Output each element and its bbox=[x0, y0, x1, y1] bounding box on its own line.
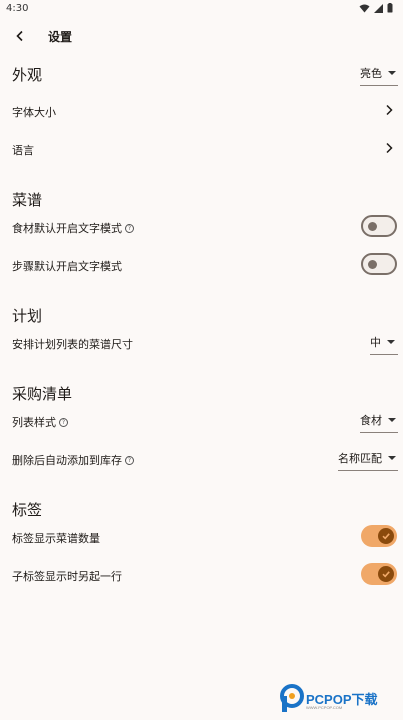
theme-value: 亮色 bbox=[360, 66, 382, 80]
language-row[interactable]: 语言 bbox=[0, 131, 403, 167]
help-icon[interactable]: ? bbox=[125, 455, 134, 465]
status-bar: 4:30 bbox=[0, 0, 403, 20]
sub-tag-newline-label: 子标签显示时另起一行 bbox=[12, 570, 122, 583]
wifi-icon bbox=[359, 4, 370, 12]
auto-add-label-wrap: 删除后自动添加到库存 ? bbox=[12, 452, 134, 468]
auto-add-value: 名称匹配 bbox=[338, 451, 382, 465]
recipe-size-row: 安排计划列表的菜谱尺寸 中 bbox=[0, 325, 403, 361]
auto-add-dropdown[interactable]: 名称匹配 bbox=[338, 445, 398, 471]
theme-row: 亮色 bbox=[0, 56, 403, 92]
status-icons bbox=[359, 3, 393, 13]
toggle-knob bbox=[368, 260, 377, 269]
back-button[interactable] bbox=[10, 26, 30, 46]
ingredients-text-mode-row: 食材默认开启文字模式 ? bbox=[0, 209, 403, 245]
recipe-size-value: 中 bbox=[370, 335, 381, 349]
caret-down-icon bbox=[387, 339, 395, 344]
font-size-label: 字体大小 bbox=[12, 106, 56, 119]
recipe-size-dropdown[interactable]: 中 bbox=[370, 329, 398, 355]
toggle-knob bbox=[378, 566, 394, 582]
sub-tag-newline-row: 子标签显示时另起一行 bbox=[0, 557, 403, 593]
steps-text-mode-label: 步骤默认开启文字模式 bbox=[12, 260, 122, 273]
list-style-row: 列表样式 ? 食材 bbox=[0, 403, 403, 439]
steps-text-mode-row: 步骤默认开启文字模式 bbox=[0, 247, 403, 283]
section-title-recipes: 菜谱 bbox=[12, 191, 43, 209]
font-size-row[interactable]: 字体大小 bbox=[0, 93, 403, 129]
chevron-left-icon bbox=[16, 30, 23, 42]
ingredients-text-mode-toggle[interactable] bbox=[361, 215, 397, 237]
caret-down-icon bbox=[388, 417, 396, 422]
check-icon bbox=[382, 571, 390, 578]
ingredients-text-mode-label-wrap: 食材默认开启文字模式 ? bbox=[12, 220, 134, 236]
signal-icon bbox=[374, 3, 383, 13]
chevron-right-icon bbox=[386, 104, 393, 116]
show-count-toggle[interactable] bbox=[361, 525, 397, 547]
watermark-subtext: WWW.PCPOP.COM bbox=[306, 705, 343, 710]
app-bar: 设置 bbox=[0, 22, 403, 50]
show-count-row: 标签显示菜谱数量 bbox=[0, 519, 403, 555]
auto-add-row: 删除后自动添加到库存 ? 名称匹配 bbox=[0, 441, 403, 477]
section-title-plan: 计划 bbox=[12, 307, 43, 325]
section-title-shopping: 采购清单 bbox=[12, 385, 73, 403]
status-time: 4:30 bbox=[6, 3, 29, 14]
recipe-size-label: 安排计划列表的菜谱尺寸 bbox=[12, 338, 133, 351]
toggle-knob bbox=[378, 528, 394, 544]
page-title: 设置 bbox=[48, 30, 73, 44]
theme-dropdown[interactable]: 亮色 bbox=[360, 60, 398, 86]
battery-icon bbox=[387, 3, 393, 13]
list-style-label: 列表样式 bbox=[12, 416, 56, 429]
steps-text-mode-toggle[interactable] bbox=[361, 253, 397, 275]
language-label: 语言 bbox=[12, 144, 34, 157]
help-icon[interactable]: ? bbox=[125, 223, 134, 233]
list-style-value: 食材 bbox=[360, 413, 382, 427]
help-icon[interactable]: ? bbox=[59, 417, 68, 427]
check-icon bbox=[382, 533, 390, 540]
caret-down-icon bbox=[388, 70, 396, 75]
list-style-label-wrap: 列表样式 ? bbox=[12, 414, 68, 430]
toggle-knob bbox=[368, 222, 377, 231]
auto-add-label: 删除后自动添加到库存 bbox=[12, 454, 122, 467]
watermark: PCPOP下载 WWW.PCPOP.COM bbox=[280, 684, 400, 716]
ingredients-text-mode-label: 食材默认开启文字模式 bbox=[12, 222, 122, 235]
show-count-label: 标签显示菜谱数量 bbox=[12, 532, 100, 545]
sub-tag-newline-toggle[interactable] bbox=[361, 563, 397, 585]
list-style-dropdown[interactable]: 食材 bbox=[360, 407, 398, 433]
caret-down-icon bbox=[388, 455, 396, 460]
pcpop-logo-icon bbox=[280, 684, 304, 712]
chevron-right-icon bbox=[386, 142, 393, 154]
section-title-tags: 标签 bbox=[12, 501, 43, 519]
